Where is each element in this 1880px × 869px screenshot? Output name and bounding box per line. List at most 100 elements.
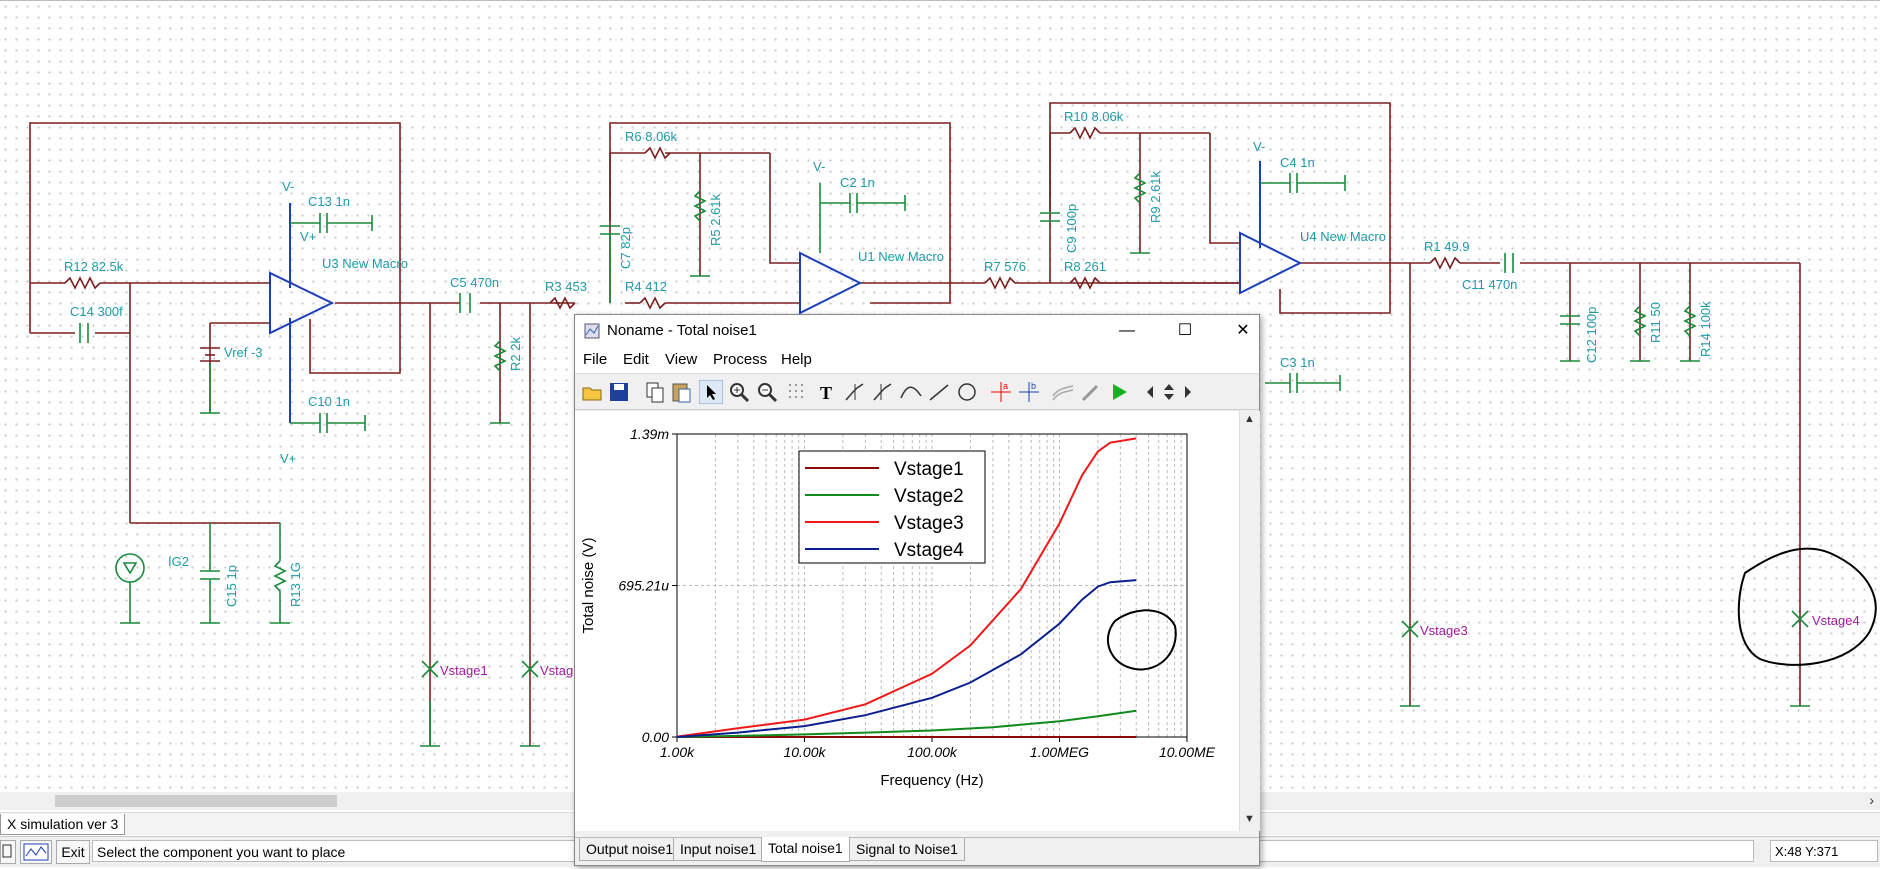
capacitor-c4[interactable] [1260,173,1346,193]
legend-label: Vstage4 [894,540,964,561]
label-r4: R4 412 [625,279,667,294]
menu-help[interactable]: Help [781,351,812,368]
opamp-u4[interactable] [1239,161,1303,295]
hand-drawn-circle-annotation [1737,547,1877,666]
capacitor-c11[interactable] [1504,253,1514,273]
resistor-r7[interactable] [984,276,1016,290]
resistor-r13[interactable] [270,523,290,624]
resistor-r1[interactable] [1429,256,1461,270]
open-icon[interactable] [581,380,605,404]
capacitor-c2[interactable] [819,183,906,253]
y-tick-label: 695.21u [618,578,669,594]
menu-process[interactable]: Process [713,351,767,368]
capacitor-c10[interactable] [290,413,366,433]
scroll-down-icon[interactable]: ▼ [1244,813,1255,825]
label-c11: C11 470n [1462,277,1517,292]
label-vplus1: V+ [300,229,316,244]
marker-a-icon[interactable]: a [989,380,1013,404]
tab-input-noise[interactable]: Input noise1 [673,838,764,861]
svg-text:a: a [1003,381,1008,391]
status-icon[interactable] [0,840,16,864]
resistor-r4[interactable] [639,296,666,310]
minimize-icon[interactable]: — [1107,318,1147,344]
x-tick-label: 100.00k [907,744,958,760]
document-tab[interactable]: X simulation ver 3 [0,814,126,835]
line-icon[interactable] [927,380,951,404]
label-r3: R3 453 [545,279,587,294]
svg-text:b: b [1031,381,1036,391]
window-titlebar[interactable]: Noname - Total noise1 — ☐ ✕ [575,315,1259,347]
current-source-ig2[interactable] [115,553,145,624]
circle-icon[interactable] [955,380,979,404]
pointer-icon[interactable] [699,380,723,404]
capacitor-c7[interactable] [600,225,620,303]
x-tick-label: 10.00ME [1159,744,1216,760]
analysis-window[interactable]: Noname - Total noise1 — ☐ ✕ File Edit Vi… [574,314,1260,866]
resistor-r12[interactable] [64,276,101,290]
capacitor-c5[interactable] [459,293,471,313]
exit-button[interactable]: Exit [56,840,90,864]
scroll-arrows-icon[interactable] [1139,380,1199,404]
window-title: Noname - Total noise1 [607,322,757,339]
legend-label: Vstage1 [894,459,964,480]
text-icon[interactable]: T [815,380,839,404]
cursor-a-icon[interactable] [843,380,867,404]
label-vstage3: Vstage3 [1420,623,1468,638]
label-r12: R12 82.5k [64,259,124,274]
capacitor-c15[interactable] [200,523,220,624]
maximize-icon[interactable]: ☐ [1165,318,1205,344]
label-u3: U3 New Macro [322,256,408,271]
label-c4: C4 1n [1280,155,1315,170]
chart-area[interactable]: 1.00k 10.00k 100.00k 1.00MEG 10.00ME 0.00 695.… [575,411,1239,831]
series-line-vstage2 [676,709,1137,738]
menu-view[interactable]: View [665,351,697,368]
opamp-u1[interactable] [799,251,863,315]
y-tick-label: 1.39m [630,426,669,442]
capacitor-c3[interactable] [1265,373,1341,393]
capacitor-c14[interactable] [79,323,89,343]
curve-icon[interactable] [899,380,923,404]
label-ig2: IG2 [168,554,189,569]
vertical-scrollbar[interactable]: ▲ ▼ [1239,411,1260,831]
grid-icon[interactable] [785,380,809,404]
probe-vstage2[interactable] [520,303,540,747]
label-vstage2: Vstag [540,663,573,678]
label-r1: R1 49.9 [1424,239,1470,254]
menu-file[interactable]: File [583,351,607,368]
label-c9: C9 100p [1064,204,1079,253]
scroll-right-icon[interactable]: › [1869,792,1874,808]
series-line-vstage4 [676,579,1137,738]
run-icon[interactable] [1107,380,1131,404]
label-r10: R10 8.06k [1064,109,1124,124]
cursor-b-icon[interactable] [871,380,895,404]
noise-chart[interactable]: 1.00k 10.00k 100.00k 1.00MEG 10.00ME 0.00 695.… [575,411,1239,831]
menu-edit[interactable]: Edit [623,351,649,368]
tab-signal-to-noise[interactable]: Signal to Noise1 [849,838,965,861]
label-r6: R6 8.06k [625,129,678,144]
paste-icon[interactable] [669,380,693,404]
x-tick-label: 1.00k [660,744,695,760]
resistor-r10[interactable] [1069,126,1101,140]
fit-icon[interactable] [1051,380,1075,404]
label-c14: C14 300f [70,304,123,319]
save-icon[interactable] [607,380,631,404]
label-vstage1: Vstage1 [440,663,488,678]
label-vminus3: V- [1253,139,1265,154]
label-c13: C13 1n [308,194,350,209]
pen-icon[interactable] [1079,380,1103,404]
legend-label: Vstage2 [894,486,964,507]
stage2-wires [555,122,1240,304]
zoom-out-icon[interactable] [755,380,779,404]
scroll-up-icon[interactable]: ▲ [1244,413,1255,425]
zoom-in-icon[interactable] [727,380,751,404]
close-icon[interactable]: ✕ [1223,318,1263,344]
label-c7: C7 82p [618,227,633,269]
copy-icon[interactable] [643,380,667,404]
tab-output-noise[interactable]: Output noise1 [579,838,681,861]
marker-b-icon[interactable]: b [1017,380,1041,404]
tab-total-noise[interactable]: Total noise1 [761,837,850,862]
y-axis-label: Total noise (V) [580,538,597,634]
x-tick-label: 10.00k [783,744,826,760]
scrollbar-thumb[interactable] [55,795,337,807]
chart-icon[interactable] [20,840,52,864]
